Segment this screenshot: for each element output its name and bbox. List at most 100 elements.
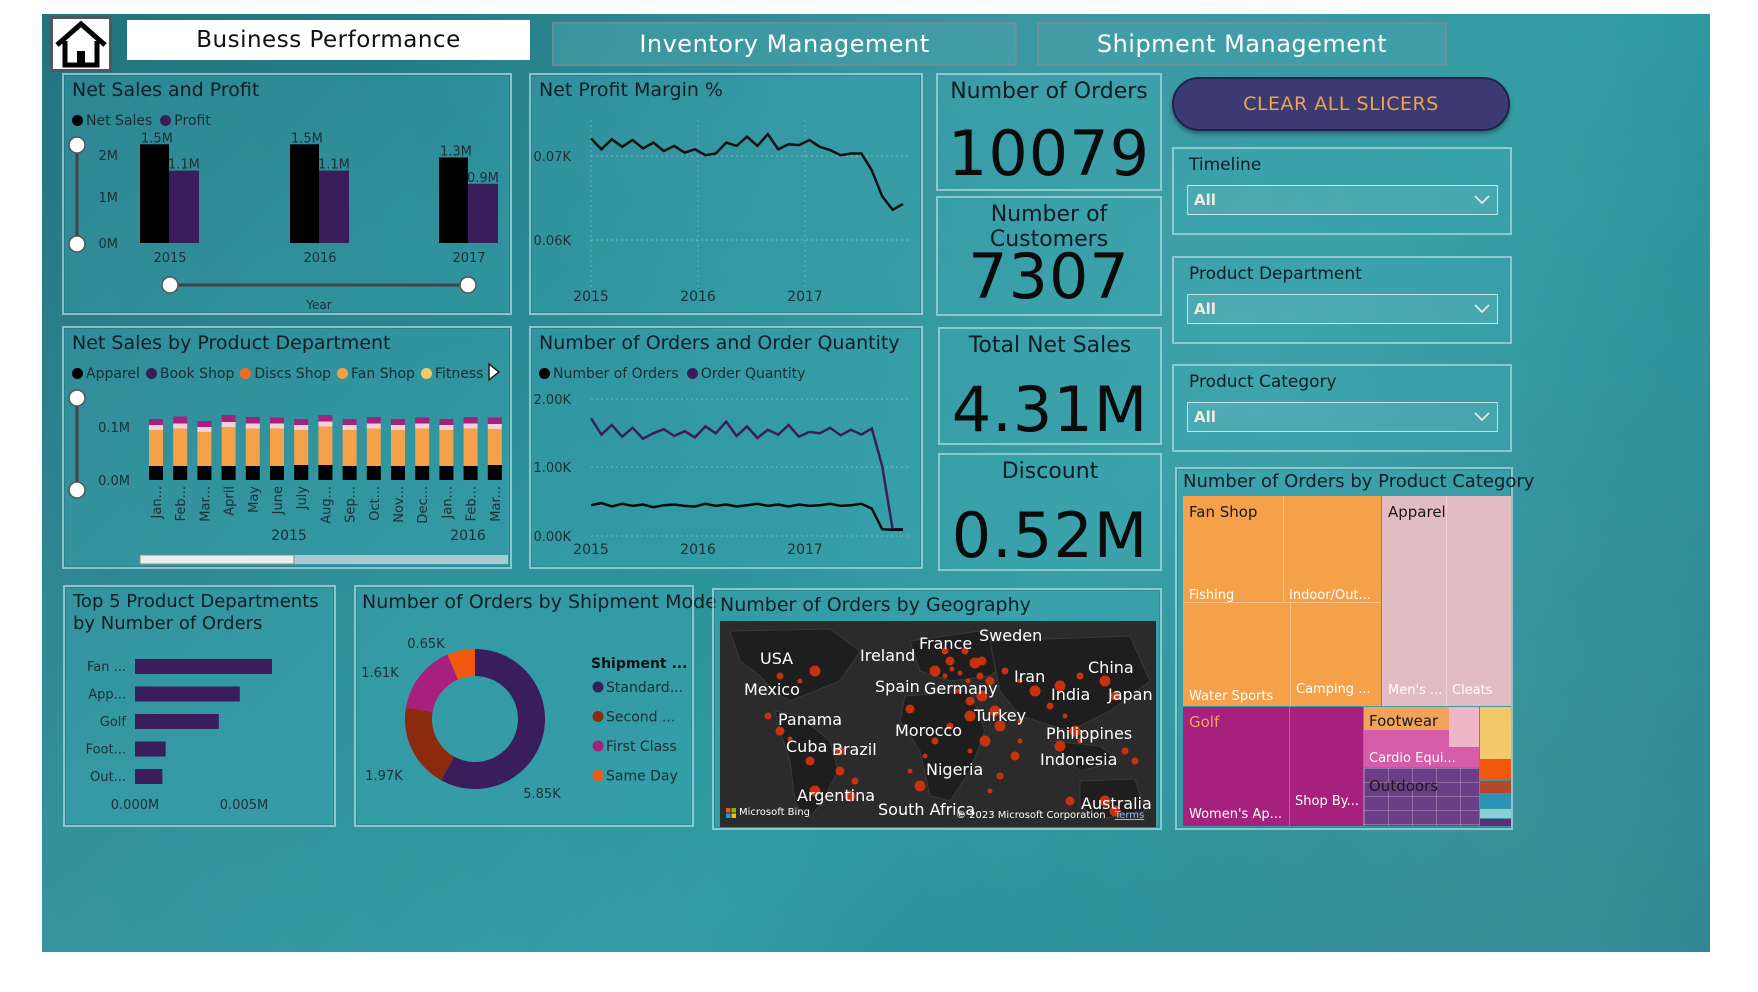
map-bubble (835, 766, 845, 776)
slicer-value: All (1194, 408, 1216, 426)
shipment-mode-chart: 5.85K 1.97K 1.61K 0.65K Shipment ... Standard… (361, 637, 687, 802)
data-label: 1.1M (168, 158, 200, 173)
world-map[interactable]: USA Ireland France Sweden China Mexico S… (720, 621, 1156, 827)
product-department-slicer[interactable]: Product Department All (1172, 256, 1512, 344)
bar-profit (319, 170, 349, 243)
treemap-tile-small[interactable] (1449, 707, 1479, 747)
kpi-total-net-sales: Total Net Sales 4.31M (938, 327, 1162, 446)
treemap-label: Outdoors (1369, 777, 1439, 795)
x-tick-label: June (271, 486, 286, 515)
map-bubble (979, 735, 991, 747)
orders-quantity-panel: Number of Orders and Order Quantity Numb… (529, 326, 923, 569)
bar-segment-fitness (391, 425, 405, 430)
country-label: Philippines (1046, 724, 1133, 743)
x-tick-label: 2016 (303, 251, 336, 266)
map-bubble (1065, 796, 1075, 806)
country-label: Panama (778, 710, 843, 729)
bar-segment-apparel (270, 466, 284, 480)
treemap-label: Shop By... (1295, 794, 1359, 809)
treemap-label: Apparel (1388, 503, 1446, 521)
bar-segment-apparel (221, 466, 236, 480)
bar-segment-apparel (149, 466, 163, 480)
legend-title: Shipment ... (591, 656, 687, 672)
clear-all-slicers-button[interactable]: CLEAR ALL SLICERS (1172, 77, 1510, 131)
x-tick-label: 2015 (573, 289, 609, 305)
product-department-dropdown[interactable]: All (1187, 294, 1498, 324)
bar-segment-fan-shop (463, 428, 478, 466)
treemap-label: Golf (1189, 713, 1220, 731)
legend-label: Second ... (606, 710, 675, 726)
country-label: Indonesia (1040, 750, 1118, 769)
timeline-slicer[interactable]: Timeline All (1172, 147, 1512, 235)
y-tick-label: 0.0M (98, 474, 130, 489)
treemap-tile-small[interactable] (1480, 819, 1511, 826)
y-tick-label: Golf (100, 715, 127, 730)
line-series-order-quantity (589, 417, 903, 531)
terms-link[interactable]: Terms (1115, 810, 1144, 821)
chevron-down-icon (1474, 412, 1490, 422)
bar-segment-book-shop (342, 419, 357, 425)
treemap-tile-small[interactable] (1480, 760, 1511, 780)
treemap-tile-small[interactable] (1480, 707, 1511, 759)
home-button[interactable] (50, 16, 112, 72)
slicer-value: All (1194, 191, 1216, 209)
x-tick-label: Mar... (489, 486, 504, 522)
panel-title: Number of Orders by Product Category (1183, 471, 1535, 492)
y-tick-label: 0.07K (534, 150, 572, 165)
timeline-dropdown[interactable]: All (1187, 185, 1498, 215)
treemap-label: Footwear (1369, 712, 1439, 730)
bar-1 (135, 686, 240, 702)
bar-segment-fitness (318, 421, 333, 427)
country-label: Spain (875, 677, 920, 696)
donut-slice-1 (405, 707, 455, 781)
y-tick-label: Fan ... (87, 660, 126, 675)
map-bubble (1010, 751, 1020, 761)
data-label: 5.85K (523, 787, 561, 802)
copyright-text: © 2023 Microsoft Corporation (956, 810, 1106, 821)
bar-segment-apparel (391, 466, 405, 480)
x-tick-label: 2015 (153, 251, 186, 266)
country-label: India (1051, 685, 1091, 704)
bar-segment-apparel (245, 466, 260, 480)
map-bubble (914, 780, 926, 792)
treemap[interactable]: Fan Shop Apparel Fishing Indoor/Out... W… (1183, 496, 1511, 826)
microsoft-logo-icon (726, 807, 736, 818)
map-bubble (945, 656, 955, 666)
treemap-tile-small[interactable] (1480, 794, 1511, 808)
y-tick-label: 1.00K (534, 461, 572, 476)
net-sales-profit-chart: 2M 1M 0M 1.5M 1.1M 2015 1.5M 1.1M 2016 1.3M 0.9M 20… (68, 131, 499, 312)
map-bubble (764, 712, 772, 720)
bar-segment-fitness (463, 423, 478, 429)
line-series-net-profit-margin (590, 132, 904, 212)
bar-segment-fitness (294, 425, 309, 430)
treemap-tile-small[interactable] (1480, 809, 1511, 818)
x-tick-label: 2015 (573, 542, 609, 558)
bar-segment-fan-shop (149, 430, 163, 466)
kpi-value: 0.52M (951, 499, 1149, 572)
treemap-label: Water Sports (1189, 689, 1274, 704)
nav-inventory-management[interactable]: Inventory Management (552, 22, 1017, 66)
map-bubble (905, 704, 915, 714)
chevron-down-icon (1474, 195, 1490, 205)
product-category-slicer[interactable]: Product Category All (1172, 364, 1512, 452)
map-copyright: © 2023 Microsoft Corporation Terms (956, 810, 1144, 821)
legend-label: Same Day (606, 769, 678, 785)
map-bubble (929, 665, 941, 677)
map-bubble (996, 772, 1004, 780)
map-bubble (1001, 667, 1009, 675)
bar-net-sales (290, 144, 319, 243)
treemap-tile-small[interactable] (1480, 781, 1511, 793)
bing-logo: Microsoft Bing (726, 807, 810, 818)
nav-shipment-management[interactable]: Shipment Management (1037, 22, 1447, 66)
bar-segment-book-shop (439, 419, 454, 425)
kpi-label: Number of Orders (950, 79, 1148, 104)
x-tick-label: Dec... (416, 486, 431, 524)
country-label: Iran (1014, 667, 1046, 686)
slicer-label: Product Department (1189, 264, 1362, 284)
bar-segment-book-shop (245, 417, 260, 424)
product-category-dropdown[interactable]: All (1187, 402, 1498, 432)
bar-segment-book-shop (221, 415, 236, 422)
data-label: 0.65K (407, 637, 445, 652)
top5-departments-chart: Fan ... App... Golf Foot... Out... 0.000M 0.00… (86, 659, 272, 813)
nav-business-performance[interactable]: Business Performance (127, 20, 530, 60)
